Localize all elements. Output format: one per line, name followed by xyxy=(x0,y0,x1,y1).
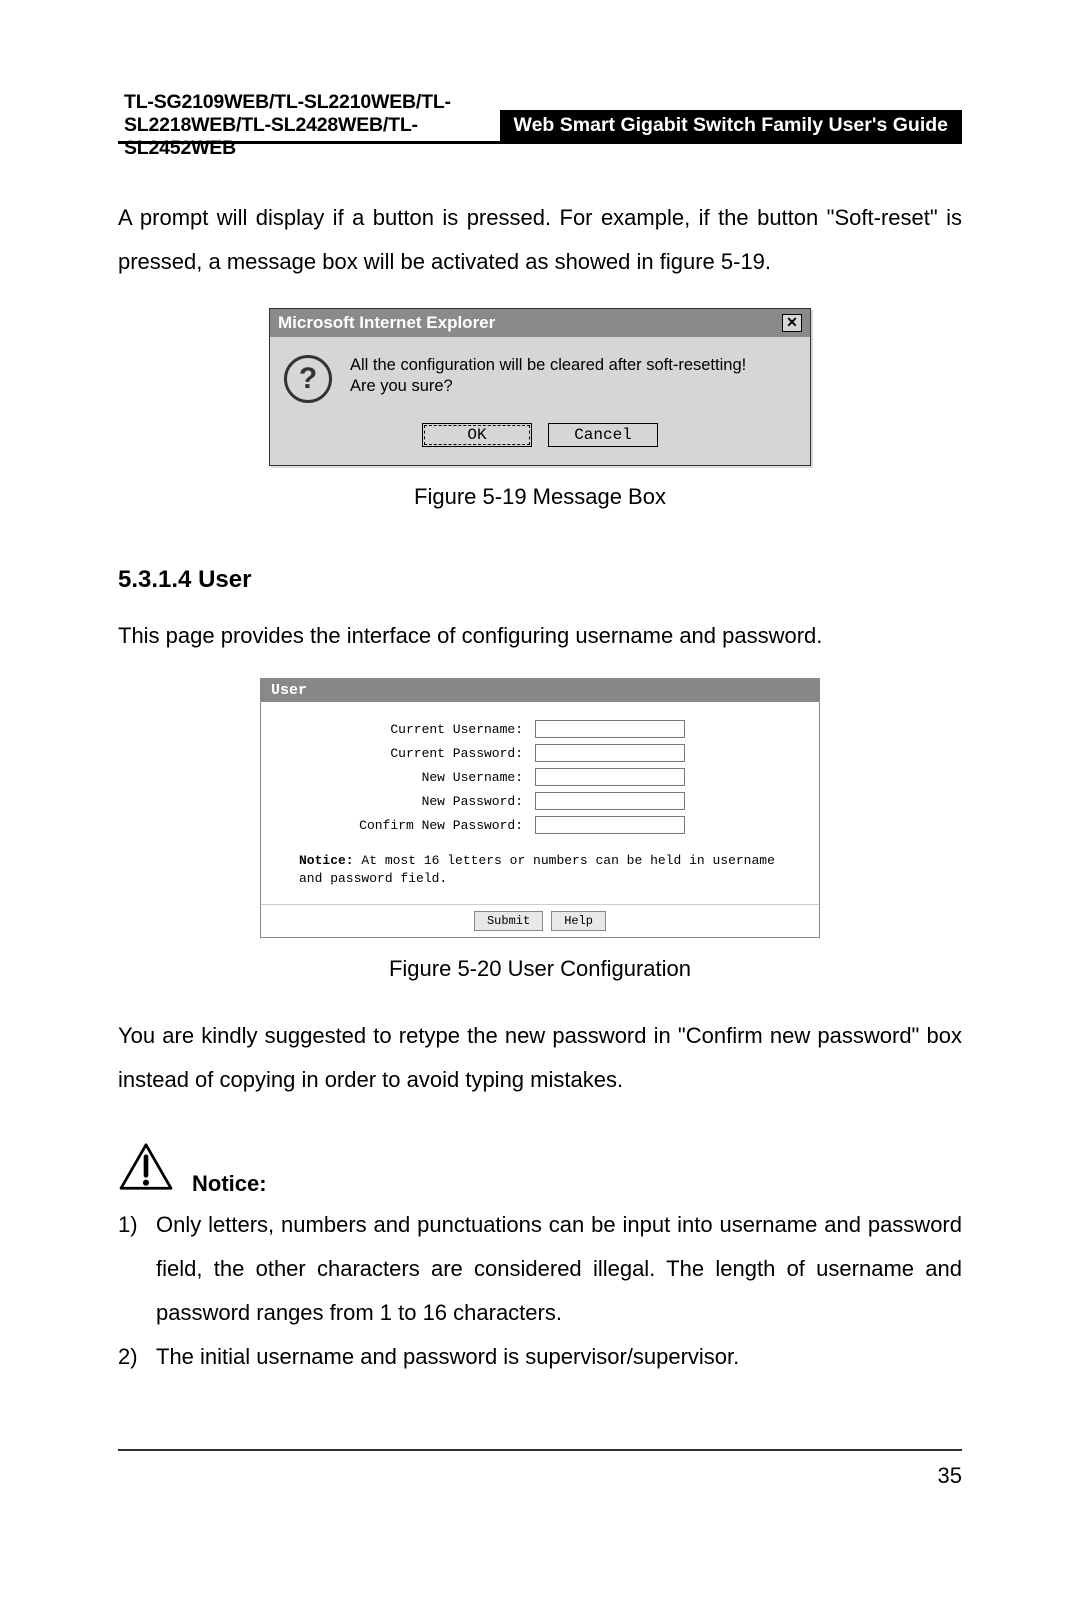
notice-list: 1) Only letters, numbers and punctuation… xyxy=(118,1203,962,1379)
messagebox-line2: Are you sure? xyxy=(350,376,746,397)
figure-user-config: User Current Username: Current Password:… xyxy=(118,678,962,938)
notice-heading-row: Notice: xyxy=(118,1142,962,1197)
submit-button[interactable]: Submit xyxy=(474,911,543,931)
label-current-password: Current Password: xyxy=(275,746,535,761)
confirm-paragraph: You are kindly suggested to retype the n… xyxy=(118,1014,962,1102)
help-button[interactable]: Help xyxy=(551,911,606,931)
user-intro-paragraph: This page provides the interface of conf… xyxy=(118,614,962,658)
user-notice-text: At most 16 letters or numbers can be hel… xyxy=(299,853,775,886)
user-notice-label: Notice: xyxy=(299,853,354,868)
list-item: 2) The initial username and password is … xyxy=(118,1335,962,1379)
label-new-username: New Username: xyxy=(275,770,535,785)
list-number: 2) xyxy=(118,1335,156,1379)
label-confirm-password: Confirm New Password: xyxy=(275,818,535,833)
notice-heading-text: Notice: xyxy=(192,1171,267,1197)
intro-paragraph: A prompt will display if a button is pre… xyxy=(118,196,962,284)
list-number: 1) xyxy=(118,1203,156,1335)
page-footer: 35 xyxy=(118,1449,962,1489)
new-password-field[interactable] xyxy=(535,792,685,810)
messagebox-message: All the configuration will be cleared af… xyxy=(350,355,746,398)
user-panel: User Current Username: Current Password:… xyxy=(260,678,820,938)
list-item: 1) Only letters, numbers and punctuation… xyxy=(118,1203,962,1335)
doc-header: TL-SG2109WEB/TL-SL2210WEB/TL-SL2218WEB/T… xyxy=(118,110,962,144)
section-heading-user: 5.3.1.4 User xyxy=(118,566,962,594)
user-panel-notice: Notice: At most 16 letters or numbers ca… xyxy=(275,840,805,896)
list-text: Only letters, numbers and punctuations c… xyxy=(156,1203,962,1335)
close-icon[interactable]: ✕ xyxy=(782,314,802,332)
user-panel-title: User xyxy=(261,679,819,702)
doc-header-guide: Web Smart Gigabit Switch Family User's G… xyxy=(500,110,962,141)
question-icon: ? xyxy=(284,355,332,403)
figure-caption-1: Figure 5-19 Message Box xyxy=(118,484,962,510)
new-username-field[interactable] xyxy=(535,768,685,786)
messagebox-dialog: Microsoft Internet Explorer ✕ ? All the … xyxy=(269,308,811,466)
messagebox-titlebar: Microsoft Internet Explorer ✕ xyxy=(270,309,810,337)
current-username-field[interactable] xyxy=(535,720,685,738)
figure-messagebox: Microsoft Internet Explorer ✕ ? All the … xyxy=(118,308,962,466)
label-new-password: New Password: xyxy=(275,794,535,809)
figure-caption-2: Figure 5-20 User Configuration xyxy=(118,956,962,982)
ok-button[interactable]: OK xyxy=(422,423,532,447)
messagebox-title-text: Microsoft Internet Explorer xyxy=(278,313,495,333)
warning-icon xyxy=(118,1142,174,1197)
list-text: The initial username and password is sup… xyxy=(156,1335,962,1379)
cancel-button[interactable]: Cancel xyxy=(548,423,658,447)
label-current-username: Current Username: xyxy=(275,722,535,737)
current-password-field[interactable] xyxy=(535,744,685,762)
confirm-password-field[interactable] xyxy=(535,816,685,834)
doc-header-models: TL-SG2109WEB/TL-SL2210WEB/TL-SL2218WEB/T… xyxy=(118,110,500,141)
page-number: 35 xyxy=(938,1463,962,1488)
messagebox-line1: All the configuration will be cleared af… xyxy=(350,355,746,376)
